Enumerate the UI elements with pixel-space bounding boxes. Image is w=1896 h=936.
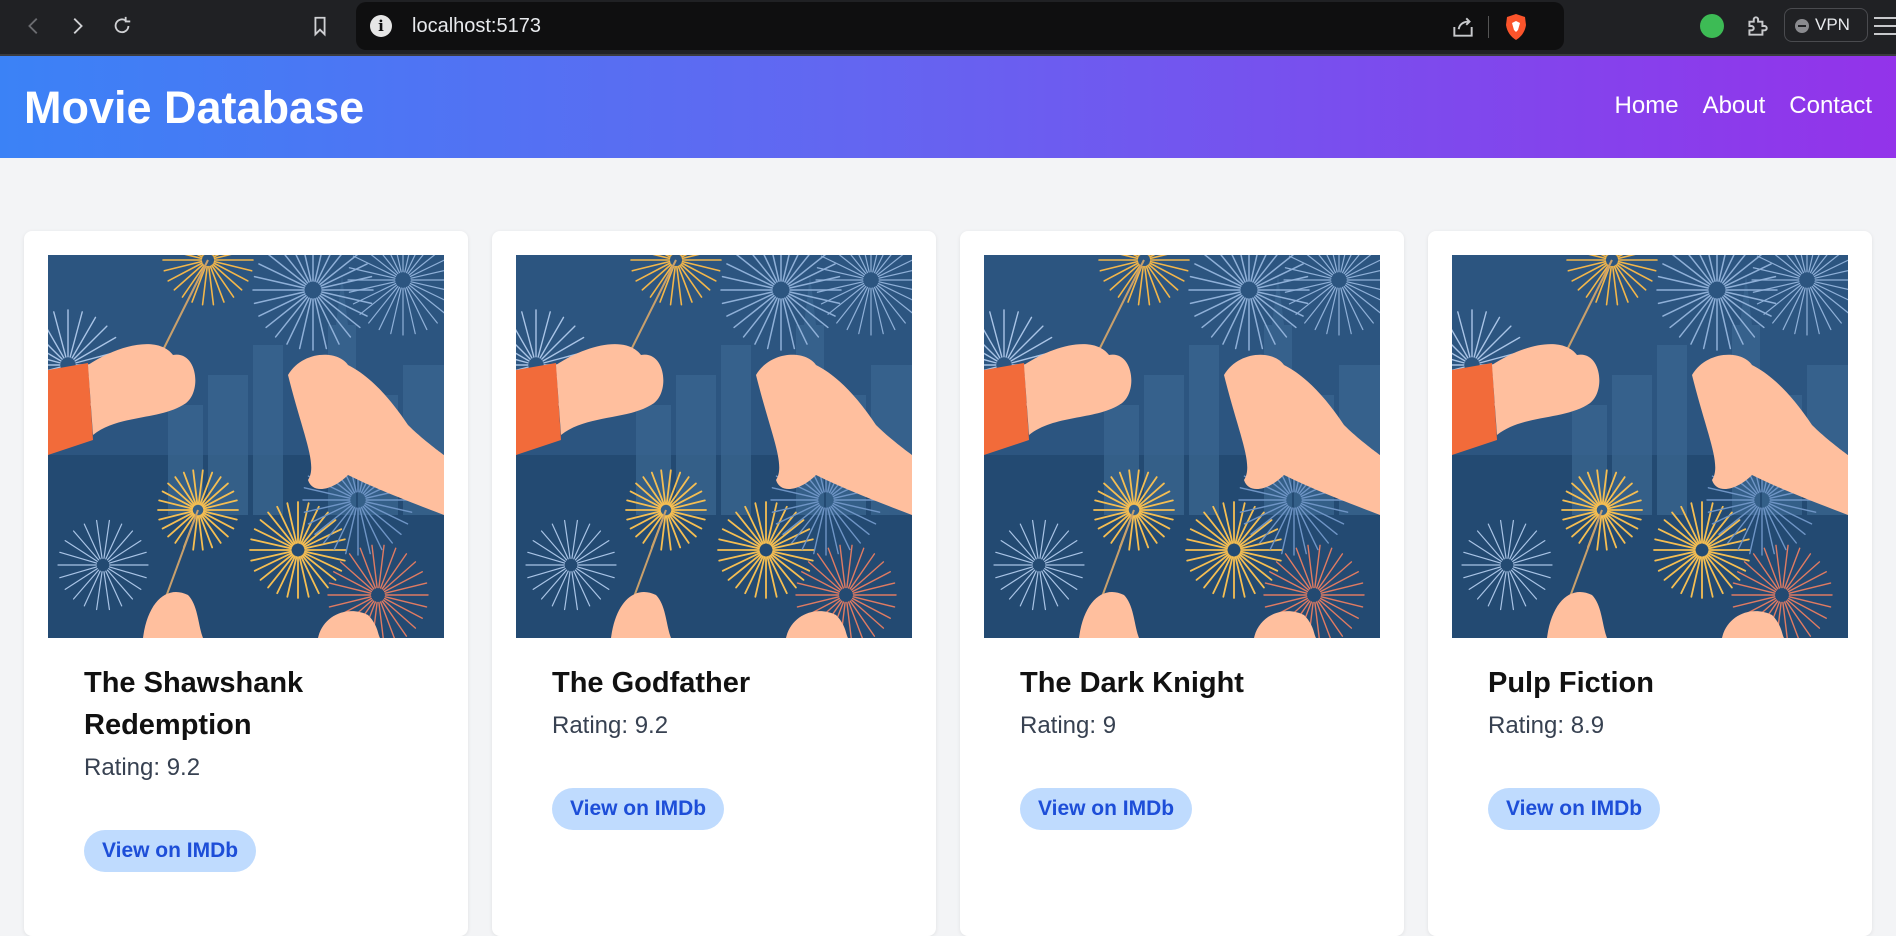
movie-rating: Rating: 9.2 — [552, 712, 669, 739]
movie-card: The Dark Knight Rating: 9 View on IMDb — [960, 231, 1404, 936]
back-icon[interactable] — [20, 12, 48, 40]
forward-icon[interactable] — [63, 12, 91, 40]
app-header: Movie Database Home About Contact — [0, 56, 1896, 158]
movie-poster — [984, 255, 1380, 638]
site-info-icon[interactable]: i — [370, 15, 392, 37]
main-nav: Home About Contact — [1615, 92, 1872, 120]
nav-contact[interactable]: Contact — [1789, 92, 1872, 120]
nav-home[interactable]: Home — [1615, 92, 1679, 120]
browser-toolbar: i localhost:5173 VPN — [0, 0, 1896, 56]
menu-icon[interactable] — [1874, 17, 1896, 41]
movie-grid: The Shawshank Redemption Rating: 9.2 Vie… — [24, 231, 1872, 936]
movie-card: Pulp Fiction Rating: 8.9 View on IMDb — [1428, 231, 1872, 936]
movie-title: The Dark Knight — [1020, 667, 1244, 699]
view-on-imdb-button[interactable]: View on IMDb — [1020, 788, 1193, 830]
bookmark-icon[interactable] — [306, 12, 334, 40]
url-text[interactable]: localhost:5173 — [412, 15, 541, 38]
reload-icon[interactable] — [108, 12, 136, 40]
nav-about[interactable]: About — [1703, 92, 1766, 120]
movie-poster — [1452, 255, 1848, 638]
brave-shield-icon[interactable] — [1504, 13, 1528, 46]
movie-poster — [516, 255, 912, 638]
vpn-label: VPN — [1815, 15, 1850, 34]
view-on-imdb-button[interactable]: View on IMDb — [1488, 788, 1661, 830]
movie-title: The Shawshank Redemption — [84, 667, 304, 741]
movie-rating: Rating: 8.9 — [1488, 712, 1605, 739]
movie-title: The Godfather — [552, 667, 751, 699]
movie-poster — [48, 255, 444, 638]
movie-rating: Rating: 9.2 — [84, 754, 201, 781]
view-on-imdb-button[interactable]: View on IMDb — [84, 830, 257, 872]
vpn-button[interactable]: VPN — [1784, 8, 1868, 42]
movie-card: The Shawshank Redemption Rating: 9.2 Vie… — [24, 231, 468, 936]
movie-title: Pulp Fiction — [1488, 667, 1654, 699]
share-icon[interactable] — [1450, 14, 1476, 45]
extensions-puzzle-icon[interactable] — [1744, 13, 1770, 44]
movie-rating: Rating: 9 — [1020, 712, 1117, 739]
page-title: Movie Database — [24, 82, 365, 133]
extension-icon[interactable] — [1700, 14, 1724, 38]
address-bar[interactable]: i localhost:5173 — [356, 2, 1564, 50]
movie-card: The Godfather Rating: 9.2 View on IMDb — [492, 231, 936, 936]
divider — [1488, 16, 1489, 38]
vpn-status-icon — [1795, 19, 1809, 33]
view-on-imdb-button[interactable]: View on IMDb — [552, 788, 725, 830]
